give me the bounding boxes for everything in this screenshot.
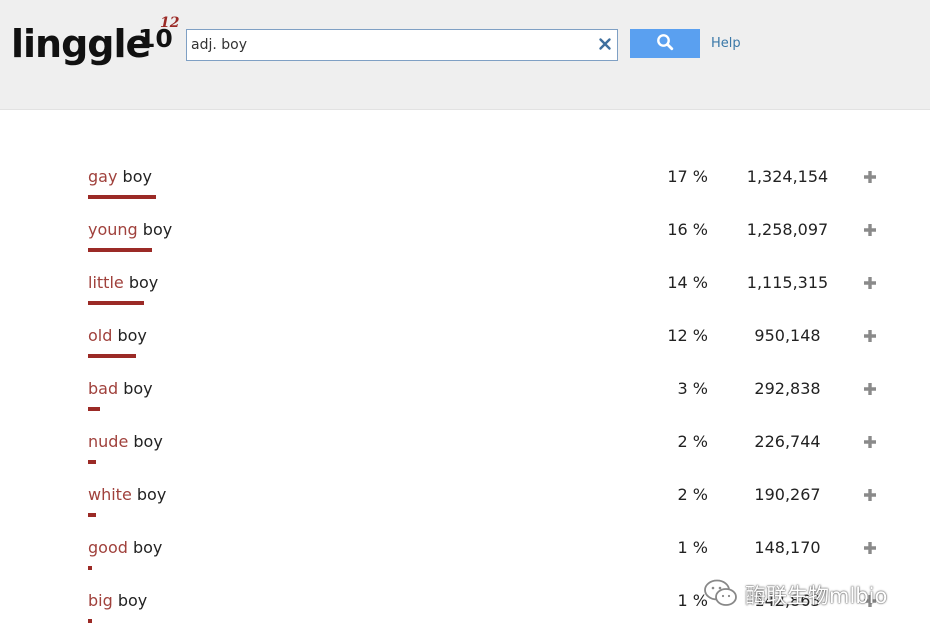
result-percent: 3 % xyxy=(677,379,708,398)
result-adjective: gay xyxy=(88,167,118,186)
result-count: 142,863 xyxy=(754,591,821,610)
frequency-bar xyxy=(88,566,92,570)
result-adjective: young xyxy=(88,220,138,239)
result-row: nude boy 2 % 226,744 xyxy=(0,430,930,483)
plus-icon[interactable] xyxy=(862,275,878,291)
result-phrase[interactable]: little boy xyxy=(88,271,158,295)
result-row: old boy 12 % 950,148 xyxy=(0,324,930,377)
result-phrase[interactable]: nude boy xyxy=(88,430,163,454)
frequency-bar xyxy=(88,407,100,411)
logo-wordmark: linggle xyxy=(11,22,151,66)
result-phrase[interactable]: good boy xyxy=(88,536,162,560)
result-phrase[interactable]: gay boy xyxy=(88,165,152,189)
result-percent: 14 % xyxy=(667,273,708,292)
result-noun: boy xyxy=(142,220,173,239)
result-row: little boy 14 % 1,115,315 xyxy=(0,271,930,324)
result-phrase[interactable]: old boy xyxy=(88,324,147,348)
results-list: gay boy 17 % 1,324,154 young boy 16 % 1,258,0… xyxy=(0,110,930,635)
result-adjective: nude xyxy=(88,432,129,451)
frequency-bar xyxy=(88,354,136,358)
result-row: big boy 1 % 142,863 xyxy=(0,589,930,635)
result-adjective: little xyxy=(88,273,124,292)
linggle-logo[interactable]: linggle 10 12 xyxy=(11,15,181,68)
result-count: 950,148 xyxy=(754,326,821,345)
result-phrase[interactable]: bad boy xyxy=(88,377,153,401)
result-phrase[interactable]: big boy xyxy=(88,589,147,613)
result-noun: boy xyxy=(136,485,167,504)
result-percent: 1 % xyxy=(677,591,708,610)
result-count: 1,115,315 xyxy=(746,273,829,292)
plus-icon[interactable] xyxy=(862,169,878,185)
result-adjective: good xyxy=(88,538,128,557)
result-noun: boy xyxy=(122,167,152,186)
result-percent: 12 % xyxy=(667,326,708,345)
search-box xyxy=(186,29,618,61)
plus-icon[interactable] xyxy=(862,434,878,450)
result-row: gay boy 17 % 1,324,154 xyxy=(0,165,930,218)
result-row: white boy 2 % 190,267 xyxy=(0,483,930,536)
close-icon[interactable] xyxy=(597,36,613,52)
result-noun: boy xyxy=(117,591,148,610)
frequency-bar xyxy=(88,195,156,199)
result-row: good boy 1 % 148,170 xyxy=(0,536,930,589)
result-adjective: bad xyxy=(88,379,119,398)
result-percent: 2 % xyxy=(677,485,708,504)
search-input[interactable] xyxy=(187,30,587,60)
frequency-bar xyxy=(88,248,152,252)
result-row: bad boy 3 % 292,838 xyxy=(0,377,930,430)
plus-icon[interactable] xyxy=(862,487,878,503)
frequency-bar xyxy=(88,460,96,464)
result-noun: boy xyxy=(128,273,159,292)
plus-icon[interactable] xyxy=(862,328,878,344)
result-adjective: white xyxy=(88,485,132,504)
result-noun: boy xyxy=(123,379,153,398)
result-row: young boy 16 % 1,258,097 xyxy=(0,218,930,271)
result-noun: boy xyxy=(132,538,163,557)
plus-icon[interactable] xyxy=(862,540,878,556)
result-count: 190,267 xyxy=(754,485,821,504)
logo-superscript: 12 xyxy=(160,15,180,31)
plus-icon[interactable] xyxy=(862,222,878,238)
result-noun: boy xyxy=(117,326,147,345)
result-count: 148,170 xyxy=(754,538,821,557)
search-button[interactable] xyxy=(630,29,700,58)
result-percent: 16 % xyxy=(667,220,708,239)
frequency-bar xyxy=(88,513,96,517)
result-percent: 2 % xyxy=(677,432,708,451)
plus-icon[interactable] xyxy=(862,381,878,397)
result-adjective: old xyxy=(88,326,113,345)
result-noun: boy xyxy=(133,432,163,451)
result-count: 1,258,097 xyxy=(746,220,829,239)
help-link[interactable]: Help xyxy=(711,36,741,51)
result-count: 1,324,154 xyxy=(746,167,829,186)
result-phrase[interactable]: young boy xyxy=(88,218,172,242)
search-icon xyxy=(656,33,674,54)
result-percent: 1 % xyxy=(677,538,708,557)
result-phrase[interactable]: white boy xyxy=(88,483,166,507)
result-count: 292,838 xyxy=(754,379,821,398)
result-count: 226,744 xyxy=(754,432,821,451)
frequency-bar xyxy=(88,619,92,623)
plus-icon[interactable] xyxy=(862,593,878,609)
result-percent: 17 % xyxy=(667,167,708,186)
result-adjective: big xyxy=(88,591,113,610)
frequency-bar xyxy=(88,301,144,305)
header-bar: linggle 10 12 Help xyxy=(0,0,930,110)
